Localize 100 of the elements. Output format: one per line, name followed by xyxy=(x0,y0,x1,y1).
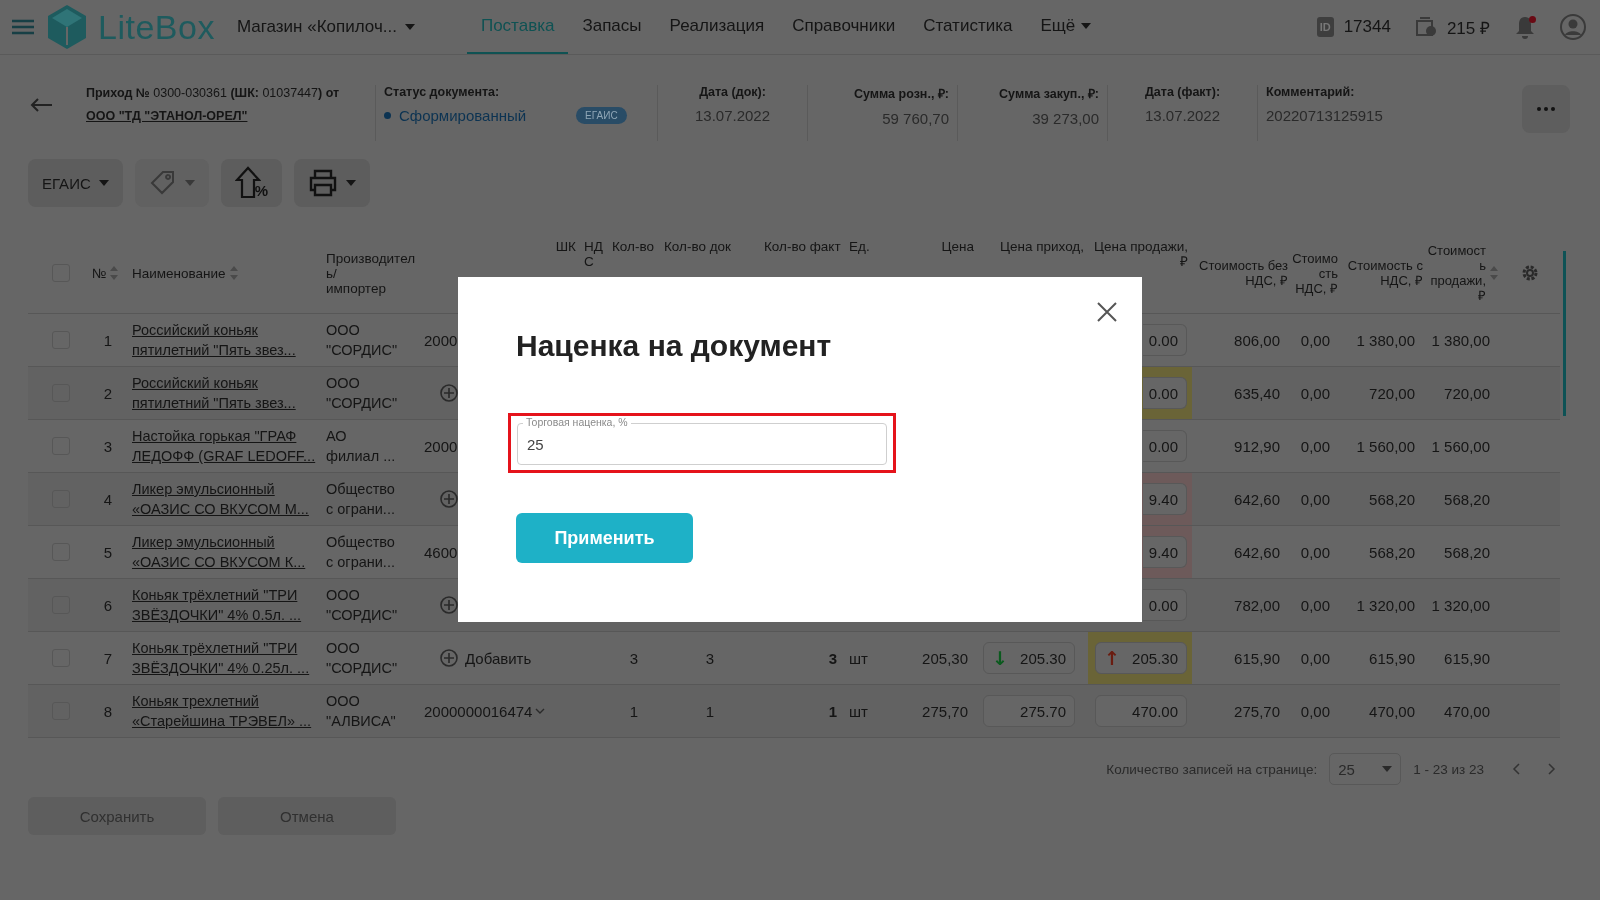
product-name-link[interactable]: Российский коньяк пятилетний "Пять звез... xyxy=(132,320,296,360)
column-header: Цена xyxy=(941,239,974,254)
plus-circle-icon[interactable] xyxy=(440,649,458,667)
tag-icon xyxy=(148,169,177,197)
barcode-value: 2000 xyxy=(424,437,458,455)
product-name-link[interactable]: Коньяк трёхлетний "ТРИ ЗВЁЗДОЧКИ" 4% 0.5л. ... xyxy=(132,585,302,625)
caret-icon xyxy=(98,180,109,186)
egais-button[interactable]: ЕГАИС xyxy=(28,159,123,207)
table-cell-text: АО филиал ... xyxy=(326,427,396,466)
sort-icon[interactable] xyxy=(110,266,119,280)
product-name-link[interactable]: Ликер эмульсионный «ОАЗИС СО ВКУСОМ К... xyxy=(132,532,306,572)
chevron-down-icon[interactable] xyxy=(535,708,546,714)
id-badge: ID xyxy=(1316,17,1334,37)
plus-circle-icon[interactable] xyxy=(440,490,458,508)
sale-price-input[interactable]: 470.00 xyxy=(1095,695,1187,727)
column-header: Кол-во док xyxy=(664,239,732,254)
sale-price-input[interactable]: 0.00 xyxy=(1143,324,1187,356)
column-header: № xyxy=(92,265,107,281)
chevron-left-icon[interactable] xyxy=(1512,763,1520,775)
table-cell-text: Общество с ограни... xyxy=(326,480,395,519)
table-cell-text: ООО "СОРДИС" xyxy=(326,321,398,360)
table-cell: 568,20 xyxy=(1369,490,1415,508)
chevron-right-icon[interactable] xyxy=(1548,763,1556,775)
logo-text: LiteBox xyxy=(98,7,215,47)
id-number: 17344 xyxy=(1343,17,1391,37)
field-value: 20220713125915 xyxy=(1266,107,1383,124)
page-size-label: Количество записей на странице: xyxy=(1106,761,1318,777)
product-name-link[interactable]: Настойка горькая "ГРАФ ЛЕДОФФ (GRAF LEDOFF... xyxy=(132,426,316,466)
nav-tab[interactable]: Ещё xyxy=(1026,0,1106,54)
product-name-link[interactable]: Коньяк трехлетний «Старейшина ТРЭВЕЛ» ... xyxy=(132,691,312,731)
product-name-link[interactable]: Ликер эмульсионный «ОАЗИС СО ВКУСОМ М... xyxy=(132,479,309,519)
caret-icon xyxy=(184,180,195,186)
table-cell: 1 xyxy=(828,702,837,720)
barcode-value: 2000000016474 xyxy=(424,702,533,720)
sort-icon[interactable] xyxy=(229,266,238,280)
table-cell-text: ООО "СОРДИС" xyxy=(326,374,398,413)
notification-bell-icon[interactable] xyxy=(1514,15,1536,39)
table-cell: 0,00 xyxy=(1300,543,1330,561)
sale-price-input[interactable]: 9.40 xyxy=(1143,536,1187,568)
table-cell: 2 xyxy=(103,384,113,402)
sale-price-input[interactable]: ↑ 205.30 xyxy=(1095,642,1187,674)
table-cell: 615,90 xyxy=(1369,649,1415,667)
table-cell: 1 560,00 xyxy=(1431,437,1490,455)
page-size-select[interactable]: 25 xyxy=(1329,753,1402,785)
table-cell: 1 320,00 xyxy=(1431,596,1490,614)
document-title: Приход № 0300-030361 (ШК: 01037447) от xyxy=(86,85,341,101)
barcode-value: 4600 xyxy=(424,543,458,561)
table-cell: 642,60 xyxy=(1234,543,1280,561)
table-cell: 1 320,00 xyxy=(1356,596,1415,614)
nav-tab[interactable]: Справочники xyxy=(778,0,910,54)
table-cell: 0,00 xyxy=(1300,384,1330,402)
plus-circle-icon[interactable] xyxy=(440,384,458,402)
dialog-title: Наценка на документ xyxy=(516,329,833,363)
price-input[interactable]: 275.70 xyxy=(983,695,1075,727)
sort-icon[interactable] xyxy=(1490,266,1498,280)
table-cell: 635,40 xyxy=(1234,384,1280,402)
close-icon[interactable] xyxy=(1096,301,1118,323)
price-input[interactable]: ↓ 205.30 xyxy=(983,642,1075,674)
settings-icon[interactable] xyxy=(1520,263,1540,283)
product-name-link[interactable]: Российский коньяк пятилетний "Пять звез... xyxy=(132,373,296,413)
sale-price-input[interactable]: 0.00 xyxy=(1143,377,1187,409)
egais-badge: ЕГАИС xyxy=(576,107,627,124)
nav-tab[interactable]: Запасы xyxy=(568,0,656,54)
table-cell: 568,20 xyxy=(1444,490,1490,508)
apply-button[interactable]: Применить xyxy=(516,513,693,563)
sale-price-input[interactable]: 0.00 xyxy=(1143,589,1187,621)
product-name-link[interactable]: Коньяк трёхлетний "ТРИ ЗВЁЗДОЧКИ" 4% 0.25л. ... xyxy=(132,638,310,678)
table-cell: 0,00 xyxy=(1300,702,1330,720)
add-barcode-link[interactable]: Добавить xyxy=(465,649,532,667)
menu-icon[interactable] xyxy=(12,19,34,35)
sale-price-input[interactable]: 9.40 xyxy=(1143,483,1187,515)
supplier-link[interactable]: ООО "ТД "ЭТАНОЛ-ОРЕЛ" xyxy=(86,109,367,123)
column-header: Стоимость продажи, ₽ xyxy=(1427,243,1486,303)
table-cell: 6 xyxy=(103,596,113,614)
field-label: Дата (факт): xyxy=(1144,85,1221,99)
column-header: Цена приход, xyxy=(1000,239,1084,254)
caret-icon xyxy=(1081,23,1092,29)
store-selector[interactable]: Магазин «Копилоч... xyxy=(236,17,447,37)
table-cell: 1 560,00 xyxy=(1356,437,1415,455)
table-cell: 782,00 xyxy=(1234,596,1280,614)
column-header: Кол-во xyxy=(612,239,654,254)
nav-tab[interactable]: Статистика xyxy=(909,0,1027,54)
column-header: Стоимость с НДС, ₽ xyxy=(1346,258,1423,288)
sale-price-input[interactable]: 0.00 xyxy=(1143,430,1187,462)
table-cell: 806,00 xyxy=(1234,331,1280,349)
plus-circle-icon[interactable] xyxy=(440,596,458,614)
table-cell: 7 xyxy=(103,649,113,667)
field-label: Сумма закуп., ₽: xyxy=(999,86,1099,102)
status-dot xyxy=(384,112,391,119)
table-cell: 8 xyxy=(103,702,113,720)
print-button[interactable] xyxy=(294,159,371,207)
scrollbar[interactable] xyxy=(1563,251,1566,416)
table-cell: 720,00 xyxy=(1369,384,1415,402)
more-button[interactable] xyxy=(1522,85,1570,133)
nav-tab[interactable]: Реализация xyxy=(655,0,779,54)
column-header: Производитель/ импортер xyxy=(326,250,416,296)
markup-button[interactable]: % xyxy=(220,159,283,207)
page-range: 1 - 23 из 23 xyxy=(1413,761,1484,777)
table-cell: 3 xyxy=(705,649,715,667)
avatar-icon[interactable] xyxy=(1560,14,1586,40)
